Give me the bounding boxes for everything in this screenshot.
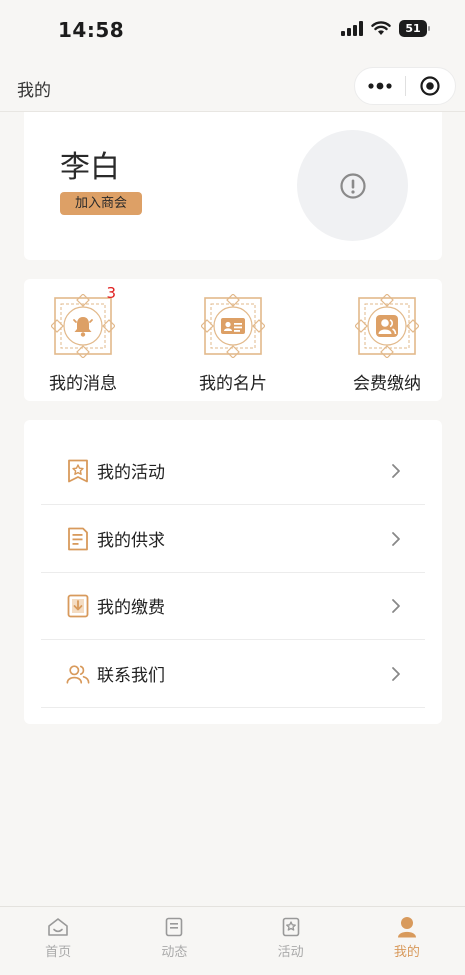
navigation-bar: 我的 — [0, 62, 465, 112]
tab-label: 首页 — [45, 945, 72, 960]
status-icons: 51 — [341, 20, 430, 37]
shortcut-label: 我的消息 — [49, 374, 117, 394]
tab-bar: 首页 动态 活动 我的 — [0, 906, 465, 975]
chevron-right-icon — [391, 463, 403, 479]
document-icon — [66, 527, 90, 551]
battery-icon: 51 — [399, 20, 430, 37]
signal-icon — [341, 21, 363, 36]
status-bar: 14:58 51 — [0, 0, 465, 62]
shortcut-business-card[interactable]: 我的名片 — [173, 279, 293, 401]
menu-label: 联系我们 — [97, 666, 165, 686]
more-dots-icon — [368, 82, 392, 90]
activity-icon — [279, 916, 303, 938]
menu-label: 我的活动 — [97, 463, 165, 483]
menu-item-supply-demand[interactable]: 我的供求 — [41, 505, 425, 573]
tab-label: 活动 — [277, 945, 304, 960]
bookmark-star-icon — [66, 459, 90, 483]
home-icon — [46, 916, 70, 938]
id-card-icon — [221, 318, 245, 334]
tab-home[interactable]: 首页 — [0, 907, 116, 975]
bell-icon — [73, 317, 93, 337]
shortcut-label: 我的名片 — [199, 374, 267, 394]
menu-label: 我的供求 — [97, 531, 165, 551]
wifi-icon — [371, 21, 391, 35]
shortcut-messages[interactable]: 3 我的消息 — [23, 279, 143, 401]
tab-news[interactable]: 动态 — [116, 907, 232, 975]
target-close-icon — [420, 76, 440, 96]
menu-list: 我的活动 我的供求 我的缴费 联系我们 — [24, 420, 442, 724]
unread-count: 3 — [106, 284, 116, 302]
avatar[interactable] — [297, 130, 408, 241]
payment-download-icon — [66, 594, 90, 618]
status-time: 14:58 — [58, 18, 125, 42]
page-title: 我的 — [17, 81, 51, 101]
tab-label: 动态 — [161, 945, 188, 960]
close-button[interactable] — [405, 68, 455, 104]
user-icon — [395, 916, 419, 938]
tab-mine[interactable]: 我的 — [349, 907, 465, 975]
tab-label: 我的 — [393, 945, 420, 960]
contacts-icon — [66, 662, 90, 686]
shortcut-membership-fee[interactable]: 会费缴纳 — [327, 279, 447, 401]
member-icon — [376, 315, 398, 337]
profile-card: 李白 加入商会 — [24, 112, 442, 260]
join-chamber-button[interactable]: 加入商会 — [60, 192, 143, 215]
shortcut-label: 会费缴纳 — [353, 374, 421, 394]
chevron-right-icon — [391, 531, 403, 547]
chevron-right-icon — [391, 598, 403, 614]
chevron-right-icon — [391, 666, 403, 682]
user-name: 李白 — [60, 150, 120, 185]
menu-label: 我的缴费 — [97, 598, 165, 618]
news-icon — [162, 916, 186, 938]
alert-circle-icon — [339, 172, 366, 199]
more-button[interactable] — [355, 68, 405, 104]
battery-level: 51 — [405, 22, 421, 35]
menu-item-contact-us[interactable]: 联系我们 — [41, 640, 425, 708]
tab-activities[interactable]: 活动 — [233, 907, 349, 975]
mini-program-capsule — [354, 67, 456, 105]
menu-item-activities[interactable]: 我的活动 — [41, 437, 425, 505]
menu-item-payments[interactable]: 我的缴费 — [41, 572, 425, 640]
shortcut-grid: 3 我的消息 我的名片 会费缴纳 — [24, 279, 442, 401]
